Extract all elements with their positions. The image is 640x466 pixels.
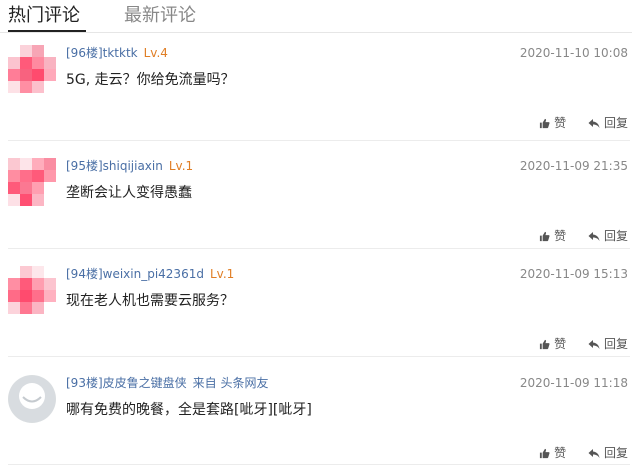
reply-button[interactable]: 回复 [588,446,628,460]
comment-text: 垄断会让人变得愚蠢 [66,185,192,201]
floor-number: [95楼] [66,159,103,173]
comment-divider [8,248,630,249]
reply-label: 回复 [603,337,628,351]
default-avatar-icon [8,375,56,423]
like-button[interactable]: 赞 [539,229,566,243]
avatar[interactable] [8,158,56,206]
like-label: 赞 [554,116,567,130]
reply-arrow-icon [588,232,600,241]
like-label: 赞 [554,229,567,243]
comment-time: 2020-11-09 15:13 [519,267,628,281]
reply-arrow-icon [588,340,600,349]
avatar-mosaic-image [8,45,56,93]
reply-label: 回复 [603,446,628,460]
comment-text: 哪有免费的晚餐，全是套路[呲牙][呲牙] [66,402,312,418]
comment-actions: 赞 回复 [521,446,628,460]
like-button[interactable]: 赞 [539,337,566,351]
comment-actions: 赞 回复 [521,229,628,243]
like-label: 赞 [554,337,567,351]
comment-divider [8,140,630,141]
comment-meta: [94楼]weixin_pi42361d Lv.1 [66,266,234,282]
comment-source: 来自 头条网友 [192,376,269,390]
avatar[interactable] [8,45,56,93]
comment-text: 现在老人机也需要云服务？ [66,293,234,309]
reply-button[interactable]: 回复 [588,337,628,351]
avatar-mosaic-image [8,266,56,314]
comment-divider [8,464,630,465]
comment-item: [95楼]shiqijiaxin Lv.1 2020-11-09 21:35 垄断… [0,158,640,248]
tab-hot-comments[interactable]: 热门评论 [8,5,80,27]
thumbs-up-icon [540,231,550,242]
user-level: Lv.4 [143,46,168,60]
like-button[interactable]: 赞 [539,446,566,460]
comment-actions: 赞 回复 [521,337,628,351]
thumbs-up-icon [540,448,550,459]
thumbs-up-icon [540,118,550,129]
comment-actions: 赞 回复 [521,116,628,130]
comment-item: [93楼]皮皮鲁之键盘侠 来自 头条网友 2020-11-09 11:18 哪有免… [0,375,640,465]
tab-latest-comments[interactable]: 最新评论 [124,5,196,27]
comment-divider [8,356,630,357]
avatar[interactable] [8,375,56,423]
comment-meta: [95楼]shiqijiaxin Lv.1 [66,158,193,174]
like-label: 赞 [554,446,567,460]
avatar-mosaic-image [8,158,56,206]
comment-time: 2020-11-09 21:35 [519,159,628,173]
floor-number: [96楼] [66,46,103,60]
username-link[interactable]: shiqijiaxin [103,159,163,173]
comment-meta: [93楼]皮皮鲁之键盘侠 来自 头条网友 [66,375,268,391]
comment-text: 5G, 走云？你给免流量吗？ [66,72,235,88]
reply-arrow-icon [588,119,600,128]
reply-button[interactable]: 回复 [588,229,628,243]
username-link[interactable]: tktktk [103,46,138,60]
thumbs-up-icon [540,339,550,350]
comment-time: 2020-11-09 11:18 [519,376,628,390]
user-level: Lv.1 [209,267,235,281]
floor-number: [94楼] [66,267,103,281]
tabs-divider [0,32,632,33]
comment-meta: [96楼]tktktk Lv.4 [66,45,168,61]
like-button[interactable]: 赞 [539,116,566,130]
comment-time: 2020-11-10 10:08 [519,46,628,60]
username-link[interactable]: weixin_pi42361d [103,267,204,281]
comment-item: [94楼]weixin_pi42361d Lv.1 2020-11-09 15:1… [0,266,640,356]
reply-button[interactable]: 回复 [588,116,628,130]
avatar[interactable] [8,266,56,314]
reply-label: 回复 [603,116,628,130]
comment-tabs: 热门评论 最新评论 [0,0,640,33]
reply-arrow-icon [588,449,600,458]
face-placeholder-icon [9,376,55,422]
username-link[interactable]: 皮皮鲁之键盘侠 [103,376,187,390]
user-level: Lv.1 [168,159,194,173]
floor-number: [93楼] [66,376,103,390]
reply-label: 回复 [603,229,628,243]
comment-item: [96楼]tktktk Lv.4 2020-11-10 10:08 5G, 走云？… [0,45,640,140]
